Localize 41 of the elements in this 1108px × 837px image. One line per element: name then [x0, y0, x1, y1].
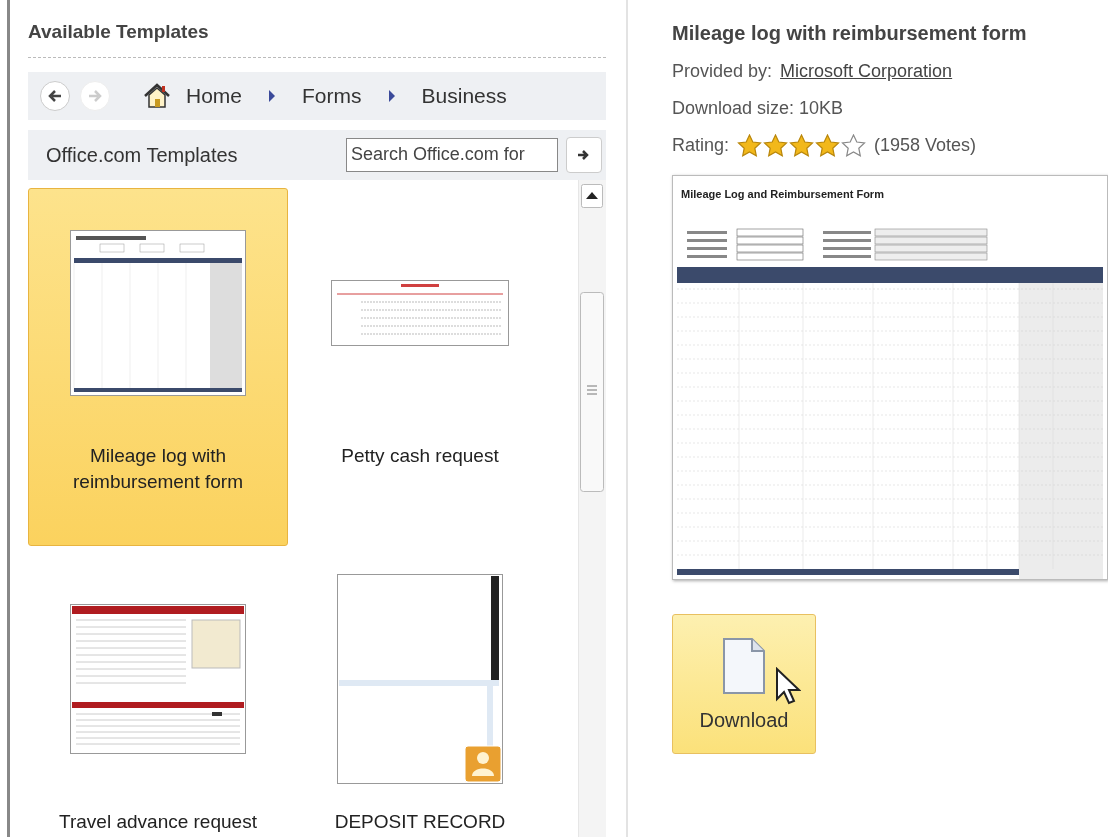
- arrow-icon: [577, 147, 591, 162]
- template-tile[interactable]: Travel advance request: [28, 553, 288, 837]
- template-tile[interactable]: Mileage log with reimbursement form: [28, 187, 288, 546]
- section-title: Available Templates: [28, 18, 606, 58]
- template-name: Travel advance request: [58, 809, 258, 834]
- breadcrumb-link[interactable]: Home: [186, 79, 243, 112]
- rating-label: Rating:: [672, 134, 730, 157]
- breadcrumb-link[interactable]: Forms: [302, 79, 362, 112]
- scrollbar[interactable]: [578, 179, 606, 837]
- vote-count: (1958 Votes): [874, 134, 977, 157]
- scroll-thumb[interactable]: [580, 291, 604, 492]
- star-icon: [789, 133, 815, 158]
- person-icon: [464, 745, 502, 782]
- separator-icon: [387, 89, 396, 102]
- breadcrumb-link[interactable]: Business: [421, 79, 507, 112]
- arrow-icon: [48, 89, 62, 102]
- home-icon: [144, 82, 170, 109]
- template-title: Mileage log with reimbursement form: [672, 21, 1028, 46]
- search-go-button[interactable]: [566, 136, 602, 173]
- arrow-icon: [88, 89, 102, 102]
- back-button[interactable]: [40, 80, 70, 111]
- preview-title: Mileage Log and Reimbursement Form: [680, 187, 885, 202]
- scroll-up-button[interactable]: [581, 183, 603, 208]
- template-tile[interactable]: Petty cash request: [290, 187, 550, 546]
- download-size: Download size: 10KB: [672, 97, 844, 120]
- download-button[interactable]: Download: [672, 613, 816, 754]
- template-tile[interactable]: DEPOSIT RECORD: [290, 553, 550, 837]
- provider-link[interactable]: Microsoft Corporation: [780, 58, 953, 85]
- star-icon: [737, 133, 763, 158]
- section-title: Office.com Templates: [46, 142, 238, 168]
- cursor-icon: [775, 666, 801, 705]
- document-icon: [722, 636, 766, 695]
- template-name: Mileage log with reimbursement form: [72, 443, 244, 495]
- search-field[interactable]: Search Office.com for: [346, 137, 558, 172]
- star-icon: [841, 133, 867, 158]
- provider-label: Provided by:: [672, 60, 773, 83]
- template-name: DEPOSIT RECORD: [333, 809, 507, 834]
- separator-icon: [268, 89, 277, 102]
- star-icon: [763, 133, 789, 158]
- template-name: Petty cash request: [340, 443, 500, 468]
- star-icon: [815, 133, 841, 158]
